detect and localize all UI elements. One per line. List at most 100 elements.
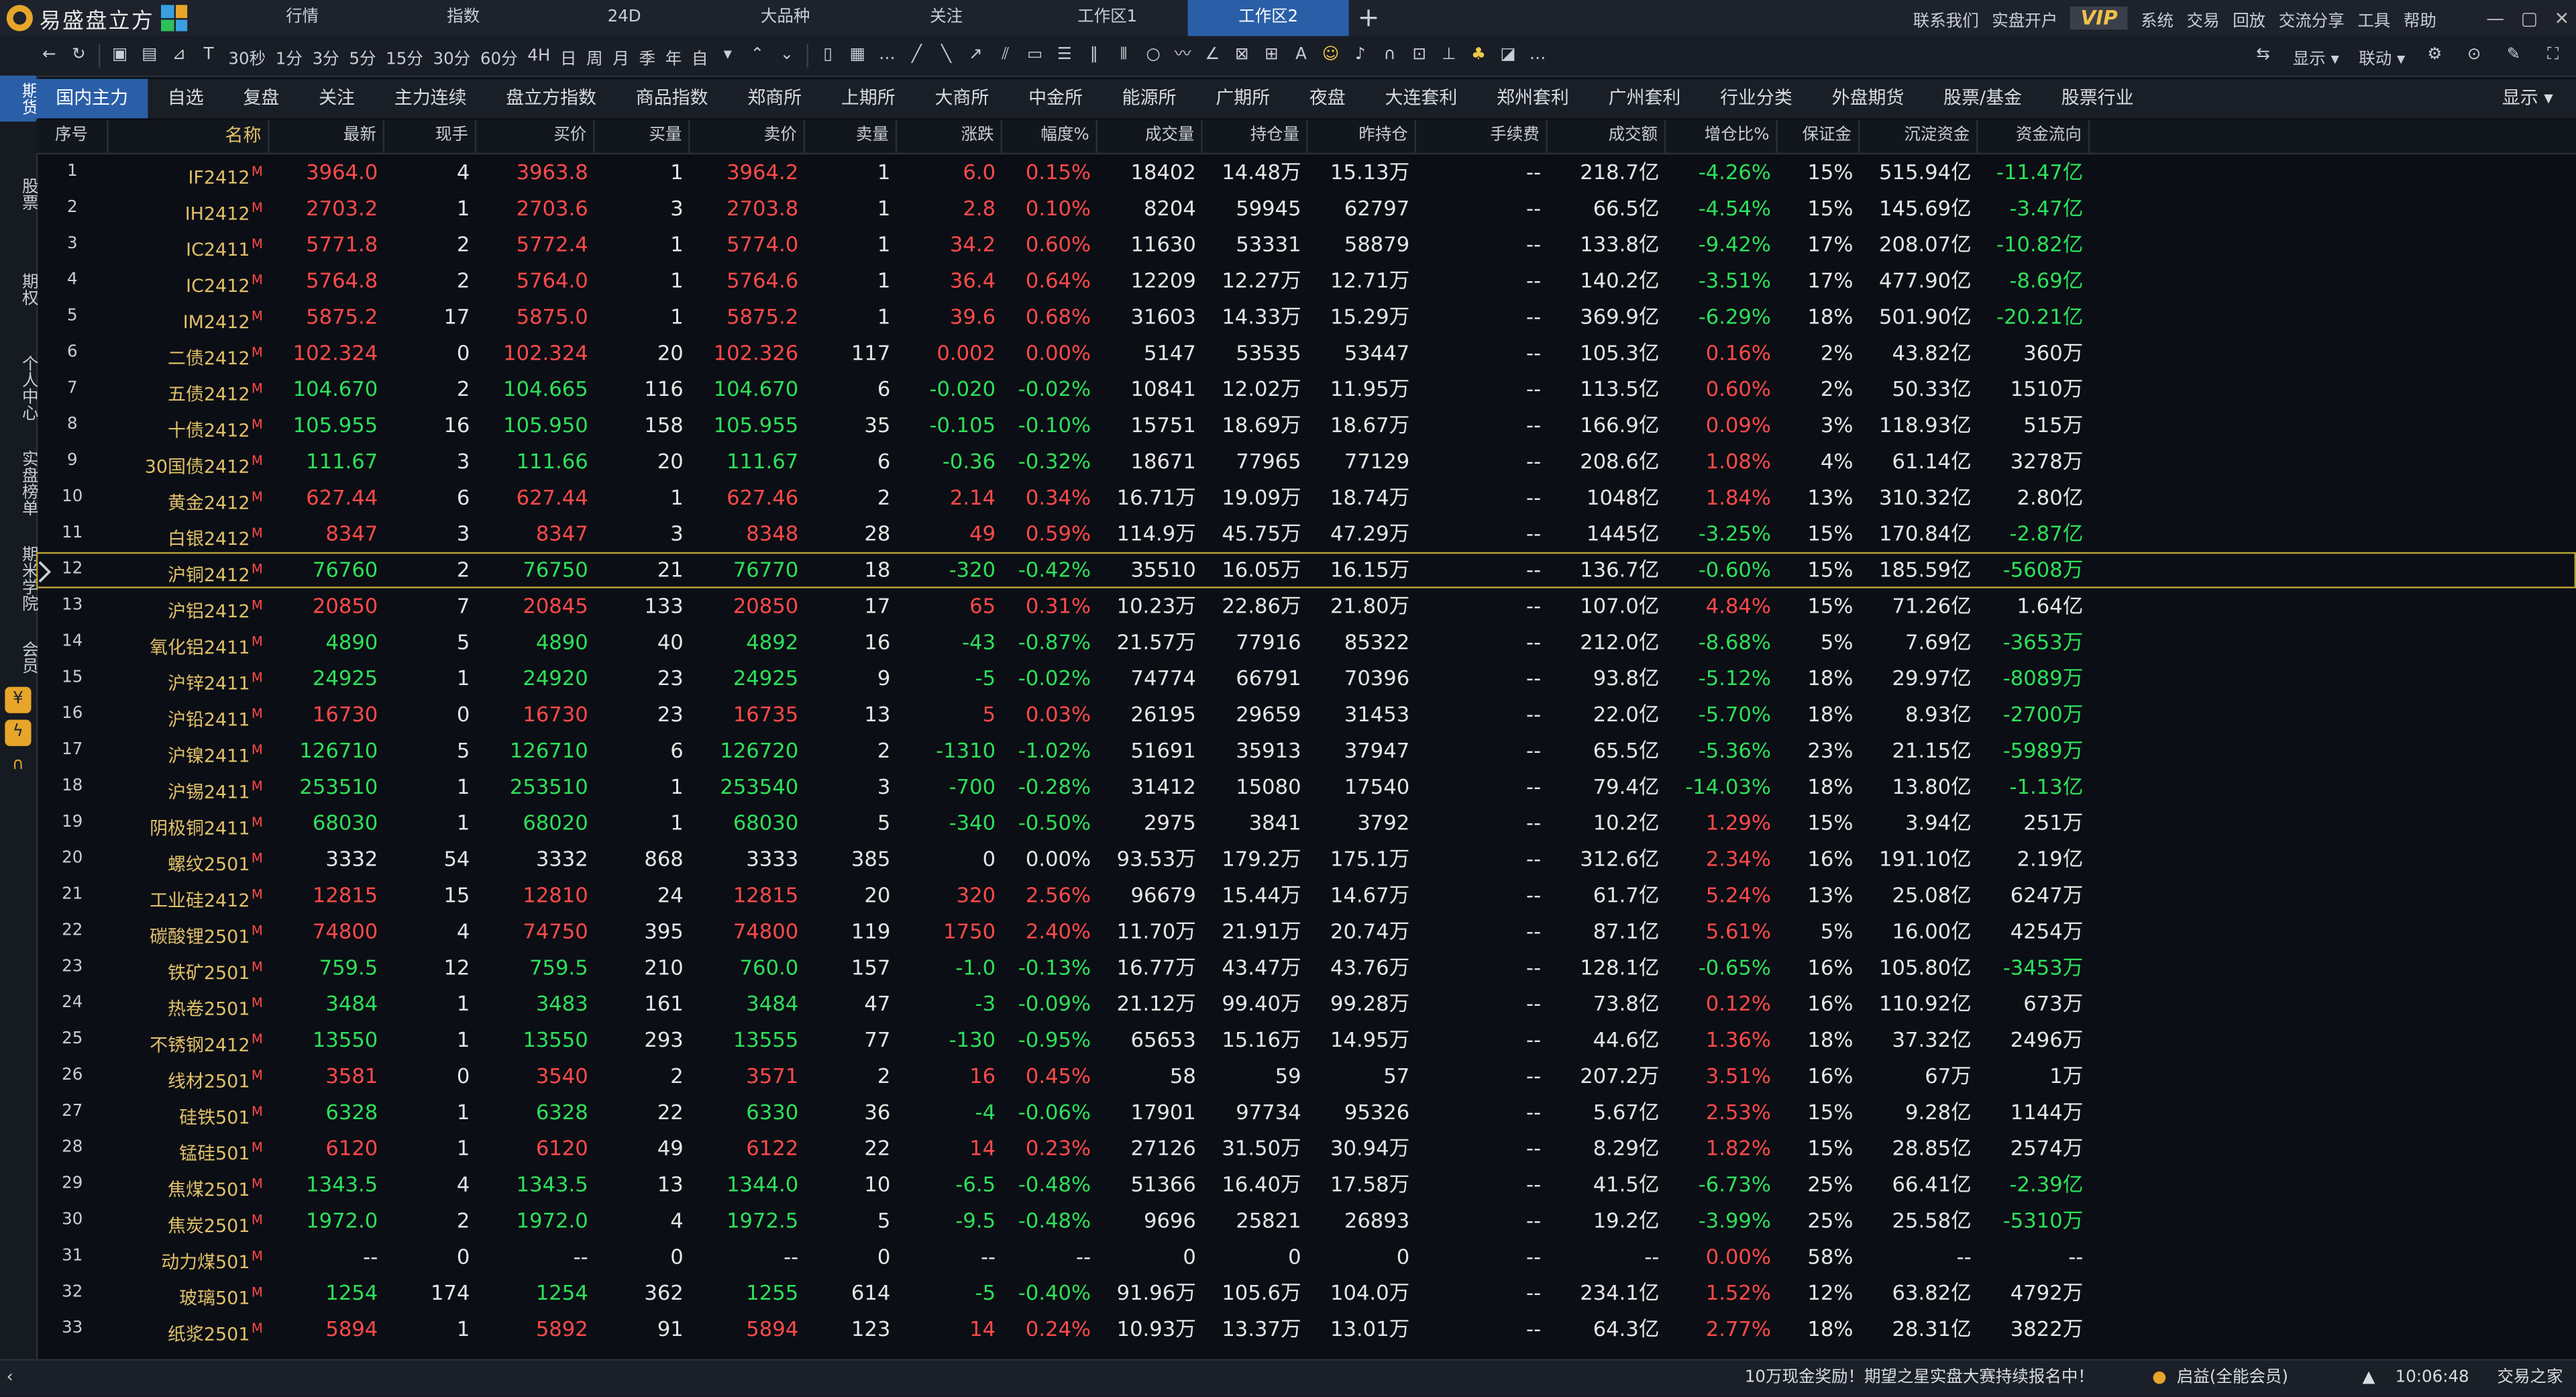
cat-shfe[interactable]: 上期所 [822, 79, 916, 119]
bars-tool-icon[interactable]: ⫴ [1114, 46, 1133, 66]
nav-academy[interactable]: 期米学院 [0, 539, 36, 618]
display-dropdown[interactable]: 显示 ▾ [2293, 44, 2339, 68]
menu-system[interactable]: 系统 [2141, 6, 2174, 31]
minimize-icon[interactable]: — [2486, 7, 2504, 29]
column-header[interactable]: 沉淀资金 [1860, 119, 1978, 153]
cat-zhengzhou-arb[interactable]: 郑州套利 [1477, 79, 1589, 119]
column-header[interactable]: 昨持仓 [1307, 119, 1417, 153]
back-icon[interactable]: ← [40, 46, 59, 66]
line-tool-icon[interactable]: ╱ [907, 46, 926, 66]
circle-tool-icon[interactable]: ○ [1143, 46, 1163, 66]
cat-review[interactable]: 复盘 [223, 79, 299, 119]
cat-domestic-main[interactable]: 国内主力 [36, 79, 148, 119]
eraser-icon[interactable]: ◪ [1498, 46, 1517, 66]
save-icon[interactable]: ▣ [110, 46, 129, 66]
table-row[interactable]: 13 沪铝2412 M 20850 7 20845 133 20850 17 65 0.31% 10.… [36, 588, 2576, 625]
period-month[interactable]: 月 [612, 44, 629, 68]
cat-cffex[interactable]: 中金所 [1009, 79, 1103, 119]
magnet-icon[interactable]: ∩ [1380, 46, 1399, 66]
table-row[interactable]: 20 螺纹2501 M 3332 54 3332 868 3333 385 0 0.00% 93.53… [36, 841, 2576, 878]
tab-quotes[interactable]: 行情 [222, 0, 383, 36]
close-icon[interactable]: ✕ [2555, 7, 2570, 29]
table-row[interactable]: 1 IF2412 M 3964.0 4 3963.8 1 3964.2 1 6.0 0.15% 184… [36, 154, 2576, 191]
column-header[interactable]: 最新 [270, 119, 385, 153]
trade-home-link[interactable]: 交易之家 [2497, 1361, 2563, 1397]
table-row[interactable]: 12 沪铜2412 M 76760 2 76750 21 76770 18 -320 -0.42% 3… [36, 552, 2576, 588]
cat-dalian-arb[interactable]: 大连套利 [1365, 79, 1477, 119]
table-row[interactable]: 16 沪铅2411 M 16730 0 16730 23 16735 13 5 0.03% 26195… [36, 696, 2576, 733]
column-header[interactable]: 增仓比% [1666, 119, 1778, 153]
table-row[interactable]: 32 玻璃501 M 1254 174 1254 362 1255 614 -5 -0.40% 91.… [36, 1275, 2576, 1311]
column-header[interactable]: 幅度% [1002, 119, 1097, 153]
menu-trade[interactable]: 交易 [2187, 6, 2220, 31]
menu-share[interactable]: 交流分享 [2279, 6, 2345, 31]
table-row[interactable]: 2 IH2412 M 2703.2 1 2703.6 3 2703.8 1 2.8 0.10% 820… [36, 191, 2576, 227]
sync-icon[interactable]: ⇆ [2253, 46, 2273, 66]
column-header[interactable]: 资金流向 [1978, 119, 2090, 153]
period-custom[interactable]: 自 [692, 44, 708, 68]
rect-tool-icon[interactable]: ▭ [1025, 46, 1044, 66]
promo-text[interactable]: 10万现金奖励！期望之星实盘大赛持续报名中！ [1745, 1361, 2094, 1397]
cat-night[interactable]: 夜盘 [1289, 79, 1365, 119]
cat-watch[interactable]: 关注 [299, 79, 375, 119]
period-5m[interactable]: 5分 [349, 44, 376, 68]
nav-personal-center[interactable]: 个人中心 [0, 348, 36, 427]
more-tools-icon[interactable]: … [1527, 46, 1547, 66]
column-header[interactable]: 成交量 [1097, 119, 1203, 153]
column-header[interactable]: 持仓量 [1203, 119, 1308, 153]
layout-icon[interactable]: ▯ [818, 46, 837, 66]
table-row[interactable]: 14 氧化铝2411 M 4890 5 4890 40 4892 16 -43 -0.87% 21.5… [36, 625, 2576, 661]
tab-workspace-1[interactable]: 工作区1 [1027, 0, 1188, 36]
collapse-icon[interactable]: ‹ [7, 1361, 13, 1397]
caret-down-icon[interactable]: ▾ [718, 46, 737, 66]
table-row[interactable]: 18 沪锡2411 M 253510 1 253510 1 253540 3 -700 -0.28%… [36, 769, 2576, 805]
cat-gfex[interactable]: 广期所 [1196, 79, 1290, 119]
text-icon[interactable]: T [199, 46, 218, 66]
column-header[interactable]: 手续费 [1416, 119, 1548, 153]
table-row[interactable]: 27 硅铁501 M 6328 1 6328 22 6330 36 -4 -0.06% 17901 97… [36, 1094, 2576, 1131]
fullscreen-icon[interactable]: ⛶ [2543, 46, 2563, 66]
table-row[interactable]: 29 焦煤2501 M 1343.5 4 1343.5 13 1344.0 10 -6.5 -0.4… [36, 1167, 2576, 1203]
column-header[interactable]: 卖价 [690, 119, 806, 153]
table-row[interactable]: 15 沪锌2411 M 24925 1 24920 23 24925 9 -5 -0.02% 7477… [36, 660, 2576, 696]
column-header[interactable]: 保证金 [1778, 119, 1860, 153]
fib-tool-icon[interactable]: ☰ [1055, 46, 1074, 66]
period-week[interactable]: 周 [586, 44, 602, 68]
column-header[interactable]: 买量 [595, 119, 690, 153]
cat-custom[interactable]: 自选 [148, 79, 223, 119]
gann-tool-icon[interactable]: ⊠ [1232, 46, 1252, 66]
anchor-icon[interactable]: ⊥ [1439, 46, 1458, 66]
table-row[interactable]: 4 IC2412 M 5764.8 2 5764.0 1 5764.6 1 36.4 0.64% 12… [36, 263, 2576, 299]
tab-index[interactable]: 指数 [383, 0, 544, 36]
nav-futures[interactable]: 期货 [0, 75, 36, 122]
parallel-tool-icon[interactable]: ∥ [1084, 46, 1104, 66]
table-row[interactable]: 24 热卷2501 M 3484 1 3483 161 3484 47 -3 -0.09% 21.12… [36, 986, 2576, 1022]
flash-icon[interactable]: ϟ [5, 719, 32, 746]
cat-industry[interactable]: 行业分类 [1701, 79, 1813, 119]
period-30m[interactable]: 30分 [433, 44, 471, 68]
clover-icon[interactable]: ♣ [1468, 46, 1488, 66]
menu-replay[interactable]: 回放 [2233, 6, 2265, 31]
cat-stock-industry[interactable]: 股票行业 [2041, 79, 2153, 119]
period-year[interactable]: 年 [665, 44, 682, 68]
category-display-dropdown[interactable]: 显示 ▾ [2502, 79, 2553, 119]
table-row[interactable]: 31 动力煤501 M -- 0 -- 0 -- 0 -- -- 0 0 0 -- -- 0.00% 58% -- -… [36, 1239, 2576, 1276]
table-row[interactable]: 5 IM2412 M 5875.2 17 5875.0 1 5875.2 1 39.6 0.68% 3… [36, 299, 2576, 335]
zoom-out-icon[interactable]: ⌄ [777, 46, 796, 66]
nav-membership[interactable]: 会员 [0, 634, 36, 680]
zoom-in-icon[interactable]: ⌃ [747, 46, 767, 66]
account-status[interactable]: 启益(全能会员) [2177, 1361, 2288, 1397]
headset-icon[interactable]: ∩ [5, 753, 31, 779]
column-header[interactable]: 涨跌 [897, 119, 1002, 153]
menu-contact[interactable]: 联系我们 [1913, 6, 1979, 31]
add-tab-icon[interactable]: + [1349, 0, 1389, 36]
column-header[interactable]: 卖量 [805, 119, 898, 153]
nav-options[interactable]: 期权 [0, 266, 36, 313]
cat-commodity-index[interactable]: 商品指数 [616, 79, 728, 119]
menu-open-account[interactable]: 实盘开户 [1992, 6, 2057, 31]
period-30s[interactable]: 30秒 [228, 44, 266, 68]
table-row[interactable]: 22 碳酸锂2501 M 74800 4 74750 395 74800 119 1750 2.40… [36, 914, 2576, 950]
settings-icon[interactable]: ⚙ [2425, 46, 2445, 66]
menu-tools[interactable]: 工具 [2357, 6, 2390, 31]
folder-icon[interactable]: ▤ [140, 46, 159, 66]
